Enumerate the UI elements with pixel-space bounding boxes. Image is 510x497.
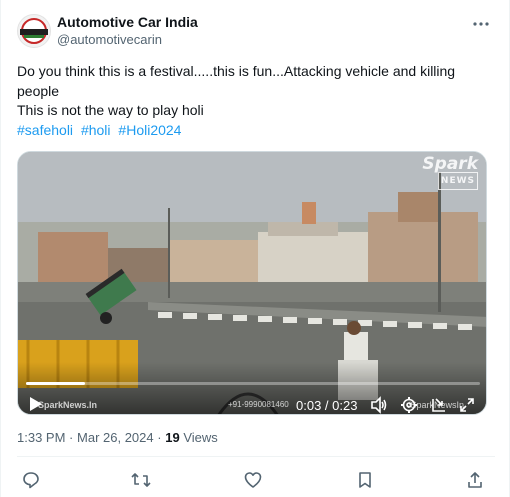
author-handle[interactable]: @automotivecarin bbox=[57, 32, 162, 47]
video-brand-watermark: Spark NEWS bbox=[420, 156, 478, 190]
divider bbox=[17, 456, 495, 457]
volume-icon[interactable] bbox=[370, 396, 388, 414]
tweet-header: Automotive Car India @automotivecarin bbox=[17, 12, 495, 52]
more-options-icon[interactable] bbox=[471, 14, 491, 34]
video-player[interactable]: Spark NEWS 0:03 / 0:23 SparkNews.In +91-… bbox=[17, 151, 487, 415]
brand-text: Spark bbox=[422, 154, 478, 174]
video-watermark-right: /SparkNewsIn bbox=[408, 400, 465, 410]
share-icon[interactable] bbox=[465, 470, 485, 490]
retweet-icon[interactable] bbox=[131, 470, 151, 490]
tweet-line: Do you think this is a festival.....this… bbox=[17, 63, 456, 79]
tweet-text: Do you think this is a festival.....this… bbox=[17, 62, 487, 140]
like-icon[interactable] bbox=[243, 470, 263, 490]
video-progress-fill bbox=[26, 382, 86, 385]
avatar[interactable] bbox=[17, 14, 51, 48]
author-name[interactable]: Automotive Car India bbox=[57, 14, 198, 30]
tweet-line: This is not the way to play holi bbox=[17, 102, 204, 118]
tweet-meta: 1:33 PM · Mar 26, 2024 · 19 Views bbox=[17, 430, 218, 445]
meta-separator: · bbox=[157, 430, 162, 445]
tweet-card: Automotive Car India @automotivecarin Do… bbox=[0, 0, 510, 497]
video-timecode: 0:03 / 0:23 bbox=[296, 398, 358, 413]
meta-separator: · bbox=[69, 430, 74, 445]
reply-icon[interactable] bbox=[21, 470, 41, 490]
bookmark-icon[interactable] bbox=[355, 470, 375, 490]
video-watermark-phone: +91-9990081460 bbox=[228, 400, 289, 409]
avatar-logo-stripe bbox=[24, 35, 44, 38]
hashtag-link[interactable]: #holi bbox=[81, 122, 111, 138]
tweet-time[interactable]: 1:33 PM bbox=[17, 430, 65, 445]
hashtag-link[interactable]: #Holi2024 bbox=[118, 122, 181, 138]
video-watermark-left: SparkNews.In bbox=[38, 400, 98, 410]
video-progress-bar[interactable] bbox=[26, 382, 480, 385]
hashtags: #safeholi #holi #Holi2024 bbox=[17, 121, 487, 141]
tweet-date[interactable]: Mar 26, 2024 bbox=[77, 430, 154, 445]
hashtag-link[interactable]: #safeholi bbox=[17, 122, 73, 138]
tweet-line: people bbox=[17, 82, 60, 99]
view-count: 19 bbox=[165, 430, 180, 445]
tweet-actions bbox=[17, 470, 495, 490]
views-label: Views bbox=[183, 430, 218, 445]
brand-subtext: NEWS bbox=[437, 172, 478, 190]
